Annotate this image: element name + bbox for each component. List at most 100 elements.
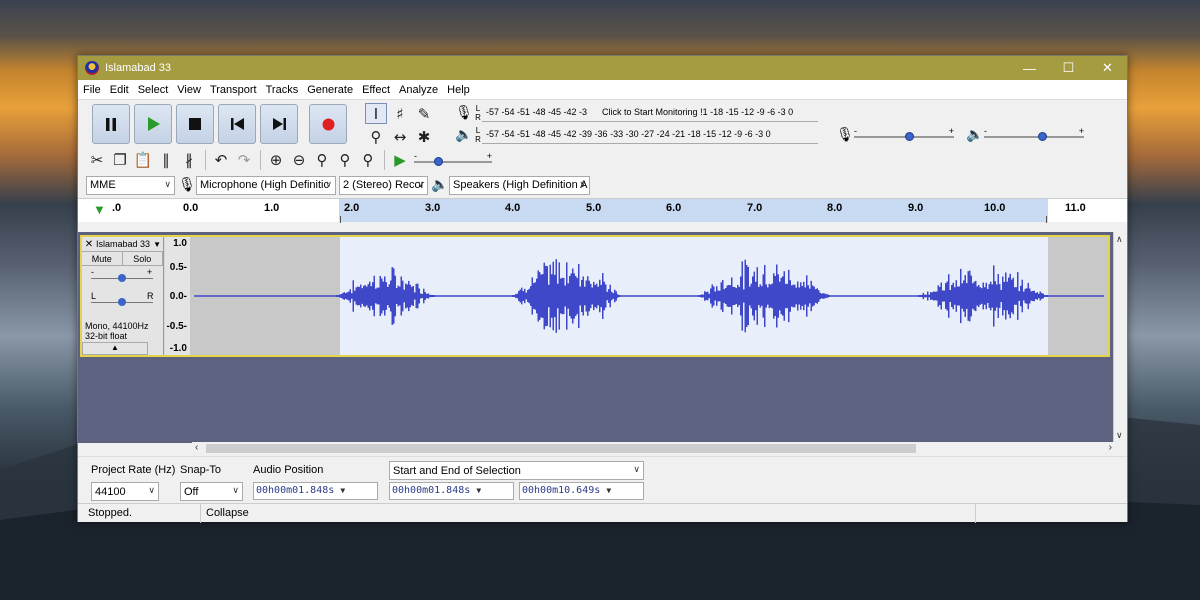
waveform-sample	[1017, 272, 1019, 320]
play-head-icon[interactable]: ▼	[93, 202, 106, 217]
pause-button[interactable]	[92, 104, 130, 144]
audio-host-select[interactable]: MME ∨	[86, 175, 175, 195]
snap-to-select[interactable]: Off ∨	[180, 482, 243, 501]
skip-to-start-button[interactable]	[218, 104, 256, 144]
waveform-sample	[756, 267, 758, 325]
mute-button[interactable]: Mute	[82, 252, 123, 265]
scroll-up-icon[interactable]: ∧	[1116, 234, 1123, 245]
scroll-left-icon[interactable]: ‹	[195, 442, 198, 453]
trim-audio-icon[interactable]: ∥	[155, 150, 177, 171]
menu-transport[interactable]: Transport	[210, 84, 257, 96]
audio-position-field[interactable]: 00h00m01.848s ▼	[253, 482, 378, 500]
recording-channels-select[interactable]: 2 (Stereo) Recor ∨	[339, 175, 428, 195]
copy-icon[interactable]: ❐	[109, 150, 131, 171]
menu-generate[interactable]: Generate	[307, 84, 353, 96]
scroll-right-icon[interactable]: ›	[1109, 442, 1112, 453]
paste-icon[interactable]: 📋	[132, 150, 154, 171]
fit-selection-icon[interactable]: ⚲	[311, 150, 333, 171]
playback-device-select[interactable]: Speakers (High Definition A ∨	[449, 175, 590, 195]
zoom-tool-icon[interactable]: ⚲	[365, 126, 387, 147]
playback-volume-knob[interactable]	[1038, 132, 1047, 141]
maximize-button[interactable]: ☐	[1049, 56, 1088, 80]
record-meter[interactable]: 🎙 LR -57 -54 -51 -48 -45 -42 -3 Click to…	[454, 102, 818, 124]
menu-help[interactable]: Help	[447, 84, 470, 96]
waveform-sample	[1039, 291, 1041, 301]
selection-tool-icon[interactable]: I	[365, 103, 387, 124]
menu-view[interactable]: View	[177, 84, 201, 96]
pan-slider[interactable]: L R	[82, 290, 163, 314]
playback-meter[interactable]: 🔈 LR -57 -54 -51 -48 -45 -42 -39 -36 -33…	[454, 124, 818, 146]
ruler-label: 11.0	[1065, 202, 1086, 214]
menu-edit[interactable]: Edit	[110, 84, 129, 96]
audio-track[interactable]: ✕ Islamabad 33 ▼ Mute Solo - + L R Mono,…	[80, 235, 1110, 357]
multi-tool-icon[interactable]: ✱	[413, 126, 435, 147]
gain-slider[interactable]: - +	[82, 266, 163, 290]
menu-effect[interactable]: Effect	[362, 84, 390, 96]
selection-mode-select[interactable]: Start and End of Selection ∨	[389, 461, 644, 480]
recording-device-select[interactable]: Microphone (High Definitic ∨	[196, 175, 336, 195]
zoom-in-icon[interactable]: ⊕	[265, 150, 287, 171]
waveform-sample	[921, 295, 923, 297]
device-toolbar: MME ∨ 🎙 Microphone (High Definitic ∨ 2 (St…	[86, 174, 593, 196]
recording-volume-slider[interactable]: - +	[854, 126, 954, 143]
recording-volume-knob[interactable]	[905, 132, 914, 141]
pan-knob[interactable]	[118, 298, 126, 306]
minimize-button[interactable]: —	[1010, 56, 1049, 80]
record-meter-scale[interactable]: -57 -54 -51 -48 -45 -42 -3 Click to Star…	[482, 104, 818, 122]
scroll-down-icon[interactable]: ∨	[1116, 430, 1123, 441]
horizontal-scrollbar[interactable]: ‹ ›	[192, 442, 1114, 455]
playback-meter-scale[interactable]: -57 -54 -51 -48 -45 -42 -39 -36 -33 -30 …	[482, 126, 818, 144]
collapse-track-button[interactable]: ▲	[82, 342, 148, 355]
project-rate-select[interactable]: 44100 ∨	[91, 482, 159, 501]
cut-icon[interactable]: ✂	[86, 150, 108, 171]
menu-analyze[interactable]: Analyze	[399, 84, 438, 96]
envelope-tool-icon[interactable]: ♯	[389, 103, 411, 124]
selection-start-field[interactable]: 00h00m01.848s ▼	[389, 482, 514, 500]
play-at-speed-slider[interactable]: - +	[414, 151, 492, 168]
track-menu-arrow-icon[interactable]: ▼	[153, 240, 161, 249]
play-at-speed-knob[interactable]	[434, 157, 443, 166]
click-to-monitor-hint[interactable]: Click to Start Monitoring !1 -18 -15 -12…	[600, 107, 796, 117]
zoom-toggle-icon[interactable]: ⚲	[357, 150, 379, 171]
waveform-sample	[936, 291, 938, 301]
waveform-sample	[824, 293, 826, 299]
waveform-sample	[602, 273, 604, 319]
waveform[interactable]	[190, 237, 1108, 355]
selection-end-field[interactable]: 00h00m10.649s ▼	[519, 482, 644, 500]
redo-icon[interactable]: ↷	[233, 150, 255, 171]
waveform-sample	[339, 294, 341, 298]
silence-audio-icon[interactable]: ∦	[178, 150, 200, 171]
close-window-button[interactable]: ✕	[1088, 56, 1127, 80]
title-bar: Islamabad 33 — ☐ ✕	[78, 56, 1127, 80]
waveform-sample	[405, 283, 407, 309]
play-button[interactable]	[134, 104, 172, 144]
menu-bar: File Edit Select View Transport Tracks G…	[78, 80, 1127, 99]
waveform-sample	[982, 282, 984, 310]
menu-select[interactable]: Select	[138, 84, 169, 96]
gain-knob[interactable]	[118, 274, 126, 282]
waveform-sample	[774, 276, 776, 316]
waveform-sample	[342, 293, 344, 299]
time-shift-tool-icon[interactable]: ↔	[389, 126, 411, 147]
close-track-icon[interactable]: ✕	[82, 239, 96, 250]
vertical-scrollbar[interactable]: ∧ ∨	[1113, 232, 1127, 443]
play-at-speed-icon[interactable]: ▶	[389, 150, 411, 171]
playback-volume-slider[interactable]: - +	[984, 126, 1084, 143]
horizontal-scroll-thumb[interactable]	[206, 444, 916, 453]
chevron-down-icon: ▼	[476, 486, 482, 495]
menu-file[interactable]: File	[83, 84, 101, 96]
waveform-sample	[791, 285, 793, 307]
solo-button[interactable]: Solo	[123, 252, 163, 265]
undo-icon[interactable]: ↶	[210, 150, 232, 171]
fit-project-icon[interactable]: ⚲	[334, 150, 356, 171]
track-name-menu[interactable]: Islamabad 33	[96, 239, 153, 249]
skip-to-end-button[interactable]	[260, 104, 298, 144]
zoom-out-icon[interactable]: ⊖	[288, 150, 310, 171]
stop-button[interactable]	[176, 104, 214, 144]
waveform-sample	[430, 294, 432, 298]
menu-tracks[interactable]: Tracks	[266, 84, 299, 96]
record-button[interactable]	[309, 104, 347, 144]
draw-tool-icon[interactable]: ✎	[413, 103, 435, 124]
timeline-ruler[interactable]: ▼ .0 0.0 1.0 2.0 3.0 4.0 5.0 6.0 7.0 8.0…	[78, 198, 1127, 223]
speaker-icon: 🔈	[431, 177, 449, 193]
